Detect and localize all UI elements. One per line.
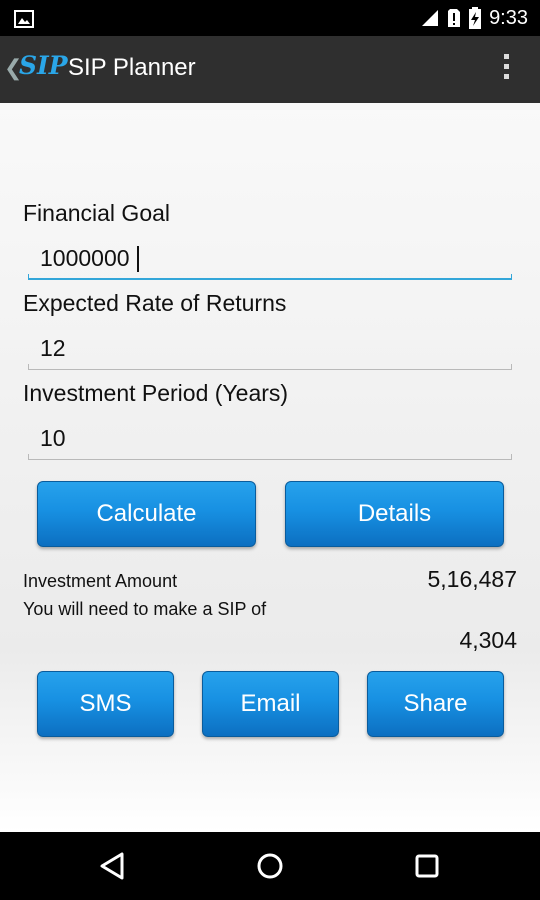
status-bar: 9:33 (0, 0, 540, 36)
page-title: SIP Planner (68, 54, 196, 81)
rate-of-returns-input[interactable] (28, 330, 510, 366)
sim-alert-icon (448, 9, 461, 27)
action-bar: ❮ SIP SIP Planner (0, 36, 540, 103)
status-time: 9:33 (489, 6, 528, 29)
recent-apps-icon[interactable] (407, 846, 447, 886)
investment-period-field[interactable] (28, 420, 512, 460)
calculate-button[interactable]: Calculate (37, 481, 256, 547)
rate-of-returns-label: Expected Rate of Returns (23, 290, 287, 316)
investment-period-label: Investment Period (Years) (23, 380, 289, 406)
investment-amount-label: Investment Amount (23, 571, 178, 591)
sip-value: 4,304 (459, 627, 517, 653)
financial-goal-input[interactable] (28, 240, 510, 276)
gallery-notification-icon (14, 10, 34, 28)
text-cursor (137, 246, 139, 272)
rate-of-returns-field[interactable] (28, 330, 512, 370)
email-button[interactable]: Email (202, 671, 339, 737)
financial-goal-field[interactable] (28, 240, 512, 280)
main-content: Financial Goal Expected Rate of Returns … (0, 103, 540, 832)
app-logo[interactable]: SIP (19, 51, 68, 80)
investment-period-input[interactable] (28, 420, 510, 456)
overflow-menu-icon[interactable] (502, 54, 512, 84)
battery-charging-icon (469, 7, 482, 29)
navigation-bar (0, 832, 540, 900)
financial-goal-label: Financial Goal (23, 200, 171, 226)
share-button[interactable]: Share (367, 671, 504, 737)
sms-button[interactable]: SMS (37, 671, 174, 737)
back-icon[interactable] (93, 846, 133, 886)
sip-label: You will need to make a SIP of (23, 599, 267, 619)
investment-amount-value: 5,16,487 (427, 566, 517, 592)
home-icon[interactable] (250, 846, 290, 886)
signal-icon (422, 10, 439, 26)
details-button[interactable]: Details (285, 481, 504, 547)
